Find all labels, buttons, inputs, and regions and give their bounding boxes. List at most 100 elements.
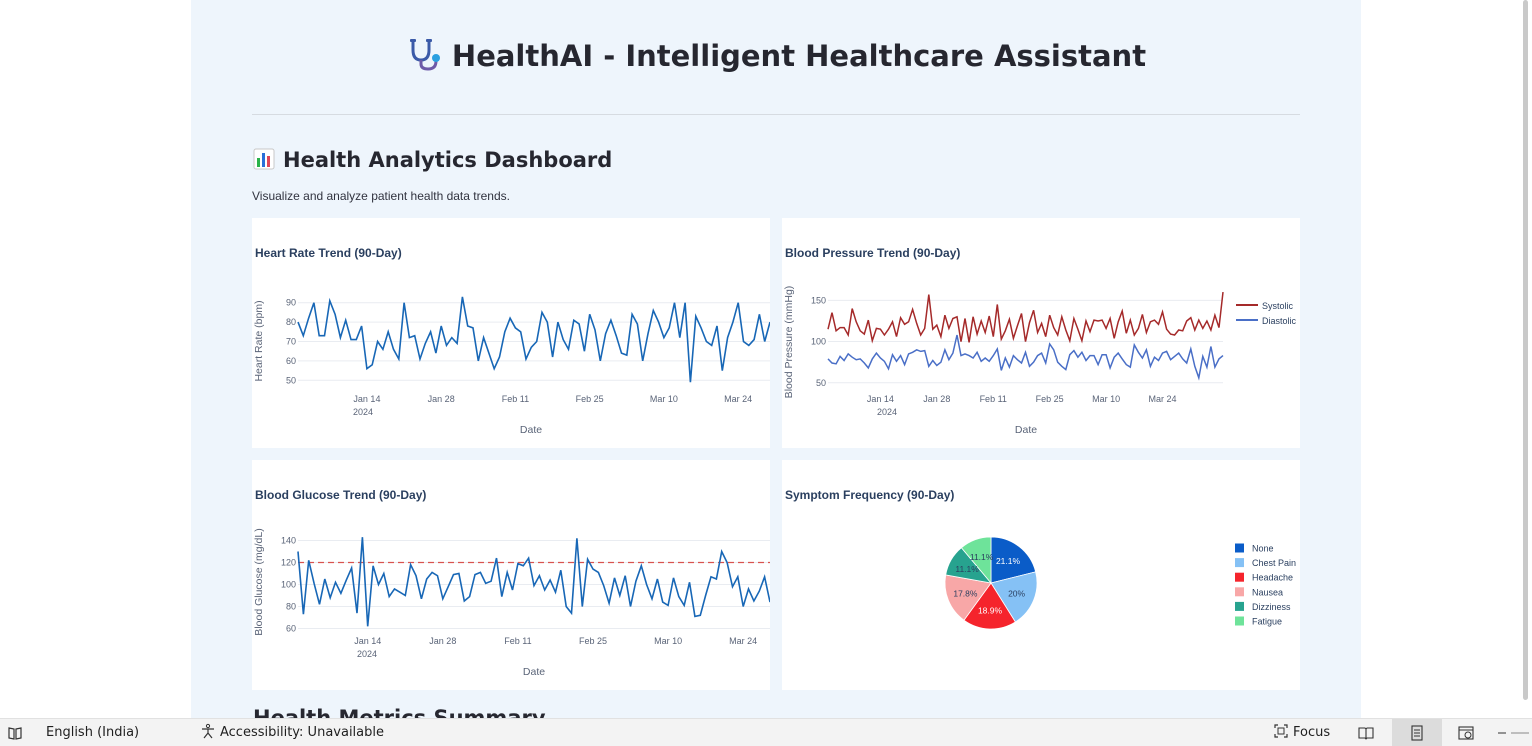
accessibility-label: Accessibility: Unavailable bbox=[220, 725, 384, 740]
x-tick-label: Mar 10 bbox=[654, 636, 682, 646]
y-tick-label: 100 bbox=[811, 337, 826, 347]
legend-swatch[interactable] bbox=[1235, 587, 1244, 597]
print-layout-icon[interactable] bbox=[1392, 719, 1442, 746]
legend-swatch[interactable] bbox=[1235, 543, 1244, 553]
x-tick-label: Feb 11 bbox=[502, 394, 529, 404]
heart-rate-series-line bbox=[297, 296, 770, 383]
y-tick-label: 60 bbox=[286, 624, 296, 634]
read-mode-icon[interactable] bbox=[1356, 719, 1376, 746]
symptom-pie-chart: Symptom Frequency (90-Day) 21.1% 20% 18.9%… bbox=[785, 488, 1296, 630]
blood-pressure-y-axis-label: Blood Pressure (mmHg) bbox=[783, 286, 795, 399]
legend-swatch[interactable] bbox=[1235, 616, 1244, 626]
x-tick-label: Feb 25 bbox=[1036, 394, 1064, 404]
x-tick-label: Jan 28 bbox=[428, 394, 455, 404]
section-caption: Visualize and analyze patient health dat… bbox=[252, 189, 510, 203]
bar-chart-icon bbox=[253, 148, 275, 175]
legend-diastolic-label: Diastolic bbox=[1262, 316, 1297, 326]
y-tick-label: 80 bbox=[286, 602, 296, 612]
app-container: HealthAI - Intelligent Healthcare Assist… bbox=[191, 0, 1361, 718]
book-icon[interactable] bbox=[7, 719, 23, 746]
heart-rate-chart-title: Heart Rate Trend (90-Day) bbox=[255, 246, 402, 260]
legend-label[interactable]: None bbox=[1252, 544, 1274, 554]
y-tick-label: 50 bbox=[816, 378, 826, 388]
y-tick-label: 120 bbox=[281, 558, 296, 568]
x-tick-label: Feb 25 bbox=[576, 394, 604, 404]
x-tick-label: Jan 28 bbox=[923, 394, 950, 404]
accessibility-icon bbox=[200, 723, 216, 743]
legend-swatch[interactable] bbox=[1235, 572, 1244, 582]
x-tick-label: Mar 24 bbox=[724, 394, 752, 404]
x-tick-label: Jan 14 bbox=[354, 636, 381, 646]
blood-pressure-chart-card: Blood Pressure Trend (90-Day) 50 100 150 J… bbox=[782, 218, 1300, 448]
accessibility-indicator[interactable]: Accessibility: Unavailable bbox=[200, 719, 384, 746]
y-tick-label: 150 bbox=[811, 295, 826, 305]
x-tick-label: Jan 14 bbox=[353, 394, 380, 404]
legend-label[interactable]: Fatigue bbox=[1252, 617, 1282, 627]
legend-label[interactable]: Headache bbox=[1252, 573, 1293, 583]
x-tick-label: Jan 28 bbox=[429, 636, 456, 646]
y-tick-label: 100 bbox=[281, 580, 296, 590]
glucose-chart-title: Blood Glucose Trend (90-Day) bbox=[255, 488, 426, 502]
y-tick-label: 90 bbox=[286, 298, 296, 308]
x-tick-label: Mar 10 bbox=[1092, 394, 1120, 404]
glucose-y-axis-label: Blood Glucose (mg/dL) bbox=[253, 528, 265, 635]
legend-label[interactable]: Dizziness bbox=[1252, 602, 1291, 612]
glucose-year-label: 2024 bbox=[357, 649, 377, 659]
blood-pressure-chart-title: Blood Pressure Trend (90-Day) bbox=[785, 246, 960, 260]
page-title: HealthAI - Intelligent Healthcare Assist… bbox=[191, 36, 1361, 79]
heart-rate-y-axis-label: Heart Rate (bpm) bbox=[253, 300, 265, 381]
divider bbox=[252, 114, 1300, 115]
x-tick-label: Mar 24 bbox=[1149, 394, 1177, 404]
pie-slice-label: 21.1% bbox=[996, 556, 1021, 566]
y-tick-label: 80 bbox=[286, 317, 296, 327]
glucose-chart: Blood Glucose Trend (90-Day) 60 80 100 120 1… bbox=[253, 488, 770, 678]
pie-slice-label: 20% bbox=[1008, 588, 1025, 598]
glucose-x-axis-label: Date bbox=[523, 666, 545, 678]
blood-pressure-legend: Systolic Diastolic bbox=[1236, 301, 1297, 326]
systolic-series-line bbox=[827, 292, 1224, 344]
scrollbar-thumb[interactable] bbox=[1523, 0, 1528, 700]
y-tick-label: 50 bbox=[286, 375, 296, 385]
x-tick-label: Mar 24 bbox=[729, 636, 757, 646]
status-bar: English (India) Accessibility: Unavailab… bbox=[0, 718, 1532, 746]
page-scrollbar[interactable] bbox=[1521, 0, 1530, 718]
legend-swatch[interactable] bbox=[1235, 558, 1244, 568]
y-tick-label: 70 bbox=[286, 337, 296, 347]
blood-pressure-chart: Blood Pressure Trend (90-Day) 50 100 150 J… bbox=[783, 246, 1297, 436]
legend-systolic-label: Systolic bbox=[1262, 301, 1294, 311]
glucose-chart-card: Blood Glucose Trend (90-Day) 60 80 100 120 1… bbox=[252, 460, 770, 690]
heart-rate-year-label: 2024 bbox=[353, 407, 373, 417]
legend-label[interactable]: Chest Pain bbox=[1252, 558, 1296, 568]
language-indicator[interactable]: English (India) bbox=[46, 719, 139, 746]
stethoscope-icon bbox=[406, 36, 442, 79]
zoom-slider[interactable] bbox=[1497, 719, 1529, 746]
focus-button[interactable]: Focus bbox=[1273, 719, 1330, 746]
x-tick-label: Feb 11 bbox=[504, 636, 531, 646]
web-layout-icon[interactable] bbox=[1456, 719, 1476, 746]
heart-rate-chart-card: Heart Rate Trend (90-Day) 50 60 70 80 90 Jan… bbox=[252, 218, 770, 448]
pie-slice-label: 11.1% bbox=[970, 552, 994, 562]
glucose-series-line bbox=[297, 537, 770, 627]
legend-label[interactable]: Nausea bbox=[1252, 587, 1283, 597]
symptom-chart-card: Symptom Frequency (90-Day) 21.1% 20% 18.9%… bbox=[782, 460, 1300, 690]
section-title-text: Health Analytics Dashboard bbox=[283, 148, 613, 172]
x-tick-label: Feb 25 bbox=[579, 636, 607, 646]
x-tick-label: Feb 11 bbox=[980, 394, 1007, 404]
focus-label: Focus bbox=[1293, 725, 1331, 740]
x-tick-label: Mar 10 bbox=[650, 394, 678, 404]
heart-rate-chart: Heart Rate Trend (90-Day) 50 60 70 80 90 Jan… bbox=[253, 246, 770, 436]
blood-pressure-year-label: 2024 bbox=[877, 407, 897, 417]
symptom-chart-title: Symptom Frequency (90-Day) bbox=[785, 488, 954, 502]
blood-pressure-x-axis-label: Date bbox=[1015, 424, 1037, 436]
next-section-title: Health Metrics Summary bbox=[253, 706, 546, 718]
section-title: Health Analytics Dashboard bbox=[253, 148, 612, 175]
focus-icon bbox=[1273, 723, 1289, 743]
x-tick-label: Jan 14 bbox=[867, 394, 894, 404]
pie-slice-label: 11.1% bbox=[955, 564, 979, 574]
pie-slice-label: 17.8% bbox=[953, 588, 978, 598]
y-tick-label: 60 bbox=[286, 356, 296, 366]
pie-slice-label: 18.9% bbox=[978, 606, 1003, 616]
heart-rate-x-axis-label: Date bbox=[520, 424, 542, 436]
page-title-text: HealthAI - Intelligent Healthcare Assist… bbox=[451, 39, 1147, 73]
legend-swatch[interactable] bbox=[1235, 601, 1244, 611]
